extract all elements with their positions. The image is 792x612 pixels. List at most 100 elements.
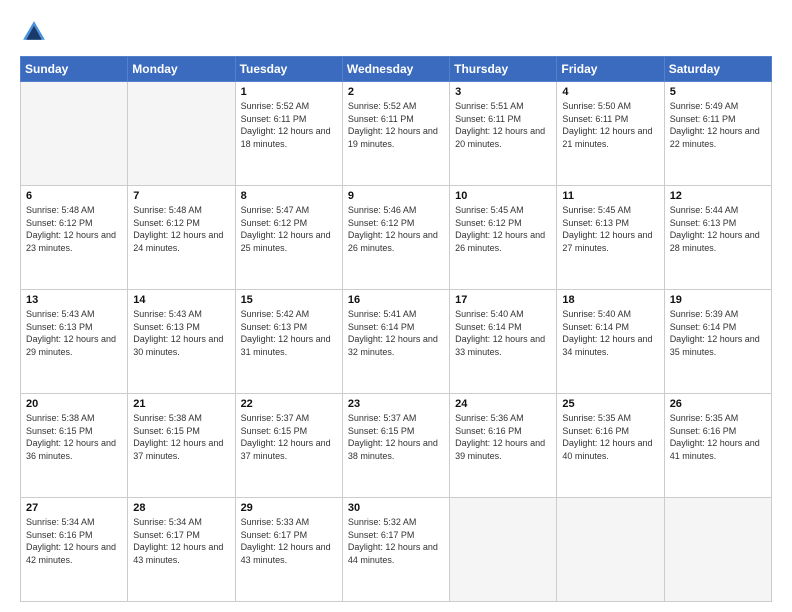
day-number: 1 <box>241 86 337 98</box>
day-number: 18 <box>562 294 658 306</box>
calendar-cell: 14 Sunrise: 5:43 AMSunset: 6:13 PMDayligh… <box>128 290 235 394</box>
day-number: 26 <box>670 398 766 410</box>
calendar-cell: 18Sunrise: 5:40 AMSunset: 6:14 PMDayligh… <box>557 290 664 394</box>
calendar-week-3: 13 Sunrise: 5:43 AMSunset: 6:13 PMDayligh… <box>21 290 772 394</box>
day-info: Sunrise: 5:46 AMSunset: 6:12 PMDaylight:… <box>348 204 444 254</box>
day-number: 6 <box>26 190 122 202</box>
calendar-cell: 30 Sunrise: 5:32 AMSunset: 6:17 PMDayligh… <box>342 498 449 602</box>
day-info: Sunrise: 5:40 AMSunset: 6:14 PMDaylight:… <box>455 308 551 358</box>
calendar-cell: 22 Sunrise: 5:37 AMSunset: 6:15 PMDayligh… <box>235 394 342 498</box>
day-number: 27 <box>26 502 122 514</box>
calendar-cell: 10 Sunrise: 5:45 AMSunset: 6:12 PMDayligh… <box>450 186 557 290</box>
calendar-cell <box>557 498 664 602</box>
day-info: Sunrise: 5:51 AMSunset: 6:11 PMDaylight:… <box>455 100 551 150</box>
day-info: Sunrise: 5:49 AMSunset: 6:11 PMDaylight:… <box>670 100 766 150</box>
day-info: Sunrise: 5:37 AMSunset: 6:15 PMDaylight:… <box>348 412 444 462</box>
calendar-cell: 23 Sunrise: 5:37 AMSunset: 6:15 PMDayligh… <box>342 394 449 498</box>
calendar-cell: 11 Sunrise: 5:45 AMSunset: 6:13 PMDayligh… <box>557 186 664 290</box>
day-number: 2 <box>348 86 444 98</box>
day-info: Sunrise: 5:38 AMSunset: 6:15 PMDaylight:… <box>133 412 229 462</box>
day-number: 8 <box>241 190 337 202</box>
calendar-header-saturday: Saturday <box>664 57 771 82</box>
logo <box>20 18 52 46</box>
day-info: Sunrise: 5:43 AMSunset: 6:13 PMDaylight:… <box>26 308 122 358</box>
calendar-cell: 5 Sunrise: 5:49 AMSunset: 6:11 PMDaylight… <box>664 82 771 186</box>
day-info: Sunrise: 5:34 AMSunset: 6:17 PMDaylight:… <box>133 516 229 566</box>
day-number: 24 <box>455 398 551 410</box>
calendar-cell: 20 Sunrise: 5:38 AMSunset: 6:15 PMDayligh… <box>21 394 128 498</box>
calendar-header-thursday: Thursday <box>450 57 557 82</box>
calendar-week-5: 27 Sunrise: 5:34 AMSunset: 6:16 PMDayligh… <box>21 498 772 602</box>
calendar-header-wednesday: Wednesday <box>342 57 449 82</box>
calendar-cell <box>450 498 557 602</box>
day-number: 17 <box>455 294 551 306</box>
day-info: Sunrise: 5:33 AMSunset: 6:17 PMDaylight:… <box>241 516 337 566</box>
header <box>20 18 772 46</box>
day-info: Sunrise: 5:45 AMSunset: 6:12 PMDaylight:… <box>455 204 551 254</box>
day-number: 12 <box>670 190 766 202</box>
calendar-week-4: 20 Sunrise: 5:38 AMSunset: 6:15 PMDayligh… <box>21 394 772 498</box>
day-info: Sunrise: 5:45 AMSunset: 6:13 PMDaylight:… <box>562 204 658 254</box>
day-number: 5 <box>670 86 766 98</box>
day-number: 11 <box>562 190 658 202</box>
day-info: Sunrise: 5:48 AMSunset: 6:12 PMDaylight:… <box>26 204 122 254</box>
day-number: 3 <box>455 86 551 98</box>
calendar-table: SundayMondayTuesdayWednesdayThursdayFrid… <box>20 56 772 602</box>
calendar-cell <box>128 82 235 186</box>
calendar-cell: 3 Sunrise: 5:51 AMSunset: 6:11 PMDaylight… <box>450 82 557 186</box>
calendar-cell: 29Sunrise: 5:33 AMSunset: 6:17 PMDayligh… <box>235 498 342 602</box>
day-info: Sunrise: 5:38 AMSunset: 6:15 PMDaylight:… <box>26 412 122 462</box>
calendar-cell: 28 Sunrise: 5:34 AMSunset: 6:17 PMDayligh… <box>128 498 235 602</box>
day-info: Sunrise: 5:39 AMSunset: 6:14 PMDaylight:… <box>670 308 766 358</box>
day-info: Sunrise: 5:43 AMSunset: 6:13 PMDaylight:… <box>133 308 229 358</box>
calendar-header-tuesday: Tuesday <box>235 57 342 82</box>
day-number: 22 <box>241 398 337 410</box>
day-info: Sunrise: 5:32 AMSunset: 6:17 PMDaylight:… <box>348 516 444 566</box>
calendar-header-sunday: Sunday <box>21 57 128 82</box>
calendar-cell: 16Sunrise: 5:41 AMSunset: 6:14 PMDayligh… <box>342 290 449 394</box>
calendar-week-1: 1 Sunrise: 5:52 AMSunset: 6:11 PMDaylight… <box>21 82 772 186</box>
calendar-header-row: SundayMondayTuesdayWednesdayThursdayFrid… <box>21 57 772 82</box>
day-info: Sunrise: 5:41 AMSunset: 6:14 PMDaylight:… <box>348 308 444 358</box>
calendar-cell: 24 Sunrise: 5:36 AMSunset: 6:16 PMDayligh… <box>450 394 557 498</box>
day-number: 13 <box>26 294 122 306</box>
calendar-cell: 26 Sunrise: 5:35 AMSunset: 6:16 PMDayligh… <box>664 394 771 498</box>
calendar-cell: 8 Sunrise: 5:47 AMSunset: 6:12 PMDaylight… <box>235 186 342 290</box>
day-info: Sunrise: 5:48 AMSunset: 6:12 PMDaylight:… <box>133 204 229 254</box>
day-number: 4 <box>562 86 658 98</box>
day-number: 28 <box>133 502 229 514</box>
day-info: Sunrise: 5:44 AMSunset: 6:13 PMDaylight:… <box>670 204 766 254</box>
calendar-cell: 6 Sunrise: 5:48 AMSunset: 6:12 PMDaylight… <box>21 186 128 290</box>
calendar-cell: 15Sunrise: 5:42 AMSunset: 6:13 PMDayligh… <box>235 290 342 394</box>
day-number: 23 <box>348 398 444 410</box>
calendar-cell: 2 Sunrise: 5:52 AMSunset: 6:11 PMDaylight… <box>342 82 449 186</box>
calendar-cell: 13 Sunrise: 5:43 AMSunset: 6:13 PMDayligh… <box>21 290 128 394</box>
calendar-cell: 25 Sunrise: 5:35 AMSunset: 6:16 PMDayligh… <box>557 394 664 498</box>
day-info: Sunrise: 5:37 AMSunset: 6:15 PMDaylight:… <box>241 412 337 462</box>
day-info: Sunrise: 5:52 AMSunset: 6:11 PMDaylight:… <box>348 100 444 150</box>
day-info: Sunrise: 5:35 AMSunset: 6:16 PMDaylight:… <box>670 412 766 462</box>
day-info: Sunrise: 5:47 AMSunset: 6:12 PMDaylight:… <box>241 204 337 254</box>
calendar-header-friday: Friday <box>557 57 664 82</box>
calendar-cell <box>664 498 771 602</box>
day-number: 14 <box>133 294 229 306</box>
day-info: Sunrise: 5:42 AMSunset: 6:13 PMDaylight:… <box>241 308 337 358</box>
day-number: 25 <box>562 398 658 410</box>
day-number: 10 <box>455 190 551 202</box>
day-info: Sunrise: 5:36 AMSunset: 6:16 PMDaylight:… <box>455 412 551 462</box>
day-number: 7 <box>133 190 229 202</box>
logo-icon <box>20 18 48 46</box>
calendar-cell: 4Sunrise: 5:50 AMSunset: 6:11 PMDaylight… <box>557 82 664 186</box>
day-info: Sunrise: 5:35 AMSunset: 6:16 PMDaylight:… <box>562 412 658 462</box>
day-number: 30 <box>348 502 444 514</box>
calendar-week-2: 6 Sunrise: 5:48 AMSunset: 6:12 PMDaylight… <box>21 186 772 290</box>
calendar-cell: 7 Sunrise: 5:48 AMSunset: 6:12 PMDaylight… <box>128 186 235 290</box>
day-number: 21 <box>133 398 229 410</box>
calendar-cell: 9Sunrise: 5:46 AMSunset: 6:12 PMDaylight… <box>342 186 449 290</box>
calendar-header-monday: Monday <box>128 57 235 82</box>
calendar-cell: 17 Sunrise: 5:40 AMSunset: 6:14 PMDayligh… <box>450 290 557 394</box>
day-number: 20 <box>26 398 122 410</box>
calendar-cell: 19Sunrise: 5:39 AMSunset: 6:14 PMDayligh… <box>664 290 771 394</box>
day-info: Sunrise: 5:34 AMSunset: 6:16 PMDaylight:… <box>26 516 122 566</box>
calendar-cell: 21 Sunrise: 5:38 AMSunset: 6:15 PMDayligh… <box>128 394 235 498</box>
